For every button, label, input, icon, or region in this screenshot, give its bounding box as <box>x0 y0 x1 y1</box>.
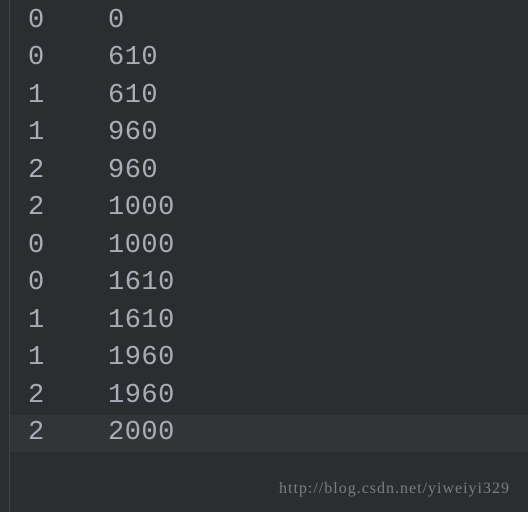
col2-value: 1960 <box>108 381 175 411</box>
col2-value: 1610 <box>108 306 175 336</box>
code-line[interactable]: 11610 <box>28 302 528 340</box>
col2-value: 2000 <box>108 418 175 448</box>
code-line[interactable]: 11960 <box>28 340 528 378</box>
code-line[interactable]: 21960 <box>28 377 528 415</box>
col1-value: 1 <box>28 118 108 148</box>
col1-value: 0 <box>28 268 108 298</box>
code-line[interactable]: 2960 <box>28 152 528 190</box>
col1-value: 2 <box>28 418 108 448</box>
col1-value: 0 <box>28 43 108 73</box>
code-editor: 0006101610196029602100001000016101161011… <box>0 0 528 512</box>
col2-value: 960 <box>108 156 158 186</box>
col1-value: 1 <box>28 306 108 336</box>
code-line[interactable]: 01000 <box>28 227 528 265</box>
col1-value: 1 <box>28 81 108 111</box>
col1-value: 1 <box>28 343 108 373</box>
col2-value: 1960 <box>108 343 175 373</box>
watermark-text: http://blog.csdn.net/yiweiyi329 <box>279 480 510 498</box>
col2-value: 610 <box>108 43 158 73</box>
code-content[interactable]: 0006101610196029602100001000016101161011… <box>10 0 528 512</box>
code-line[interactable]: 01610 <box>28 265 528 303</box>
code-line[interactable]: 1960 <box>28 115 528 153</box>
col1-value: 0 <box>28 231 108 261</box>
col2-value: 1000 <box>108 193 175 223</box>
code-line[interactable]: 00 <box>28 2 528 40</box>
code-line[interactable]: 0610 <box>28 40 528 78</box>
col2-value: 1610 <box>108 268 175 298</box>
code-line[interactable]: 1610 <box>28 77 528 115</box>
col2-value: 0 <box>108 6 125 36</box>
editor-gutter <box>0 0 10 512</box>
col1-value: 2 <box>28 156 108 186</box>
col2-value: 610 <box>108 81 158 111</box>
col2-value: 1000 <box>108 231 175 261</box>
col1-value: 0 <box>28 6 108 36</box>
col1-value: 2 <box>28 193 108 223</box>
col1-value: 2 <box>28 381 108 411</box>
code-line[interactable]: 22000 <box>10 415 528 453</box>
col2-value: 960 <box>108 118 158 148</box>
code-line[interactable]: 21000 <box>28 190 528 228</box>
